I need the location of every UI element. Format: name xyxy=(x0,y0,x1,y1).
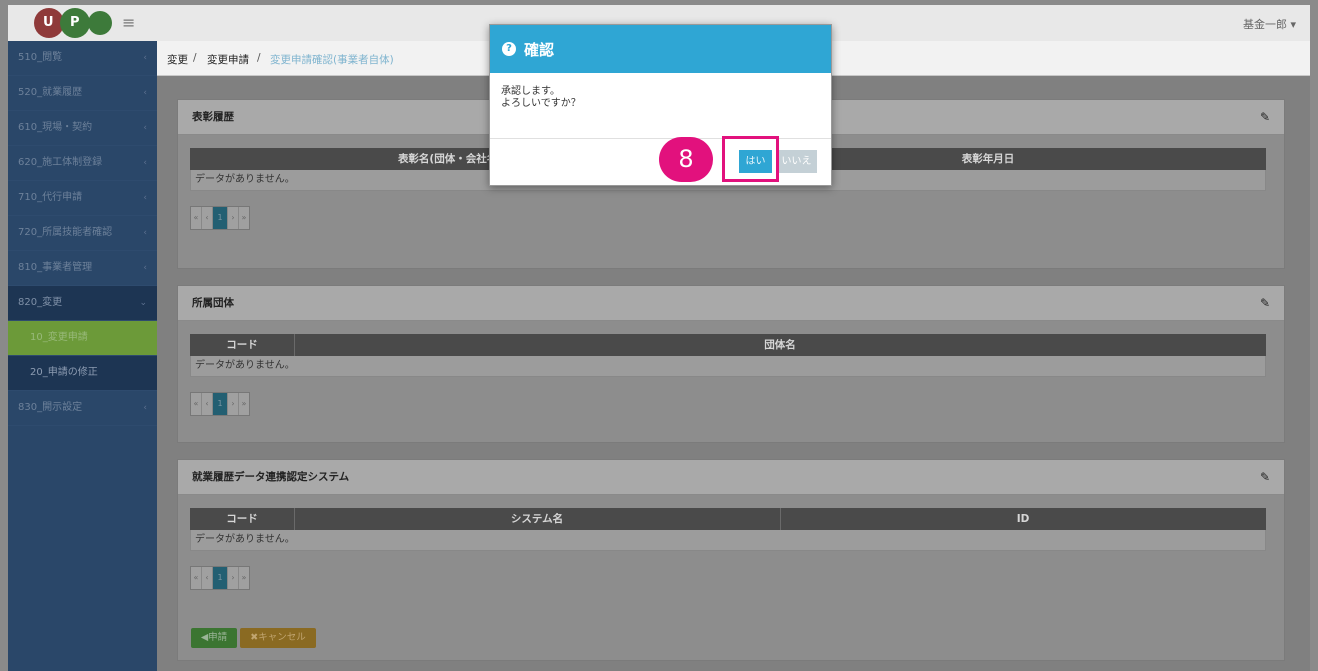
dialog-message: 承認します。 よろしいですか？ xyxy=(501,86,581,109)
chevron-left-icon: ‹ xyxy=(143,53,147,63)
chevron-down-icon: ⌄ xyxy=(139,298,147,308)
prev-page-button[interactable]: ‹ xyxy=(202,207,213,229)
card-title: 所属団体 ✎ xyxy=(178,286,1284,321)
sidebar: 510_閲覧 ‹ 520_就業履歴 ‹ 610_現場・契約 ‹ 620_施工体制登録 ‹… xyxy=(8,41,157,671)
chevron-left-icon: ‹ xyxy=(143,123,147,133)
pencil-icon[interactable]: ✎ xyxy=(1260,100,1270,134)
no-button[interactable]: いいえ xyxy=(776,150,817,173)
chevron-left-icon: ‹ xyxy=(143,193,147,203)
prev-page-button[interactable]: ‹ xyxy=(202,567,213,589)
first-page-button[interactable]: « xyxy=(191,567,202,589)
sidebar-item-810[interactable]: 810_事業者管理 ‹ xyxy=(8,251,157,286)
group-table: コード 団体名 データがありません。 xyxy=(190,334,1266,377)
sidebar-item-610[interactable]: 610_現場・契約 ‹ xyxy=(8,111,157,146)
chevron-left-icon: ‹ xyxy=(143,158,147,168)
app-logo[interactable]: U P xyxy=(34,8,112,38)
column-header: コード xyxy=(190,508,295,530)
next-page-button[interactable]: › xyxy=(228,393,239,415)
chevron-left-icon: ‹ xyxy=(143,403,147,413)
question-icon: ? xyxy=(502,42,516,56)
column-header: システム名 xyxy=(294,508,781,530)
logo-circle-c xyxy=(88,11,112,35)
chevron-left-icon: ‹ xyxy=(143,228,147,238)
page-1-button[interactable]: 1 xyxy=(213,207,228,229)
table-header: コード 団体名 xyxy=(190,334,1266,356)
breadcrumb-change-request[interactable]: 変更申請 xyxy=(207,52,249,67)
sidebar-item-720[interactable]: 720_所属技能者確認 ‹ xyxy=(8,216,157,251)
cancel-button[interactable]: ✖キャンセル xyxy=(240,628,316,648)
prev-page-button[interactable]: ‹ xyxy=(202,393,213,415)
page-1-button[interactable]: 1 xyxy=(213,393,228,415)
sidebar-subitem-request-fix[interactable]: 20_申請の修正 xyxy=(8,356,157,391)
last-page-button[interactable]: » xyxy=(239,207,249,229)
next-page-button[interactable]: › xyxy=(228,567,239,589)
empty-row: データがありません。 xyxy=(190,356,1266,377)
pagination: « ‹ 1 › » xyxy=(190,566,250,590)
last-page-button[interactable]: » xyxy=(239,567,249,589)
card-title: 就業履歴データ連携認定システム ✎ xyxy=(178,460,1284,495)
column-header: 団体名 xyxy=(764,339,796,351)
table-header: コード システム名 ID xyxy=(190,508,1266,530)
highlight-box xyxy=(722,136,779,182)
page-1-button[interactable]: 1 xyxy=(213,567,228,589)
column-header: コード xyxy=(190,334,295,356)
sidebar-item-520[interactable]: 520_就業履歴 ‹ xyxy=(8,76,157,111)
empty-row: データがありません。 xyxy=(190,530,1266,551)
apply-button[interactable]: ◀申請 xyxy=(191,628,237,648)
sidebar-item-710[interactable]: 710_代行申請 ‹ xyxy=(8,181,157,216)
breadcrumb-change[interactable]: 変更 xyxy=(167,52,188,67)
affiliated-group-card: 所属団体 ✎ コード 団体名 データがありません。 « ‹ 1 › » xyxy=(177,285,1285,443)
system-table: コード システム名 ID データがありません。 xyxy=(190,508,1266,551)
menu-toggle-icon[interactable]: ≡ xyxy=(122,13,135,32)
column-header: ID xyxy=(1016,513,1030,525)
dialog-header: ? 確認 xyxy=(490,25,831,73)
pencil-icon[interactable]: ✎ xyxy=(1260,460,1270,494)
logo-circle-p: P xyxy=(60,8,90,38)
linked-system-card: 就業履歴データ連携認定システム ✎ コード システム名 ID データがありません。… xyxy=(177,459,1285,661)
dialog-title: 確認 xyxy=(524,41,555,59)
pencil-icon[interactable]: ✎ xyxy=(1260,286,1270,320)
step-number-badge: 8 xyxy=(659,137,713,182)
sidebar-subitem-change-request[interactable]: 10_変更申請 xyxy=(8,321,157,356)
pagination: « ‹ 1 › » xyxy=(190,206,250,230)
sidebar-item-510[interactable]: 510_閲覧 ‹ xyxy=(8,41,157,76)
sidebar-item-820[interactable]: 820_変更 ⌄ xyxy=(8,286,157,321)
last-page-button[interactable]: » xyxy=(239,393,249,415)
pagination: « ‹ 1 › » xyxy=(190,392,250,416)
breadcrumb-current: 変更申請確認(事業者自体) xyxy=(270,54,394,66)
next-page-button[interactable]: › xyxy=(228,207,239,229)
sidebar-item-620[interactable]: 620_施工体制登録 ‹ xyxy=(8,146,157,181)
chevron-left-icon: ‹ xyxy=(143,263,147,273)
first-page-button[interactable]: « xyxy=(191,207,202,229)
sidebar-item-830[interactable]: 830_開示設定 ‹ xyxy=(8,391,157,426)
first-page-button[interactable]: « xyxy=(191,393,202,415)
chevron-left-icon: ‹ xyxy=(143,88,147,98)
user-menu[interactable]: 基金一郎 ▾ xyxy=(1243,16,1296,32)
